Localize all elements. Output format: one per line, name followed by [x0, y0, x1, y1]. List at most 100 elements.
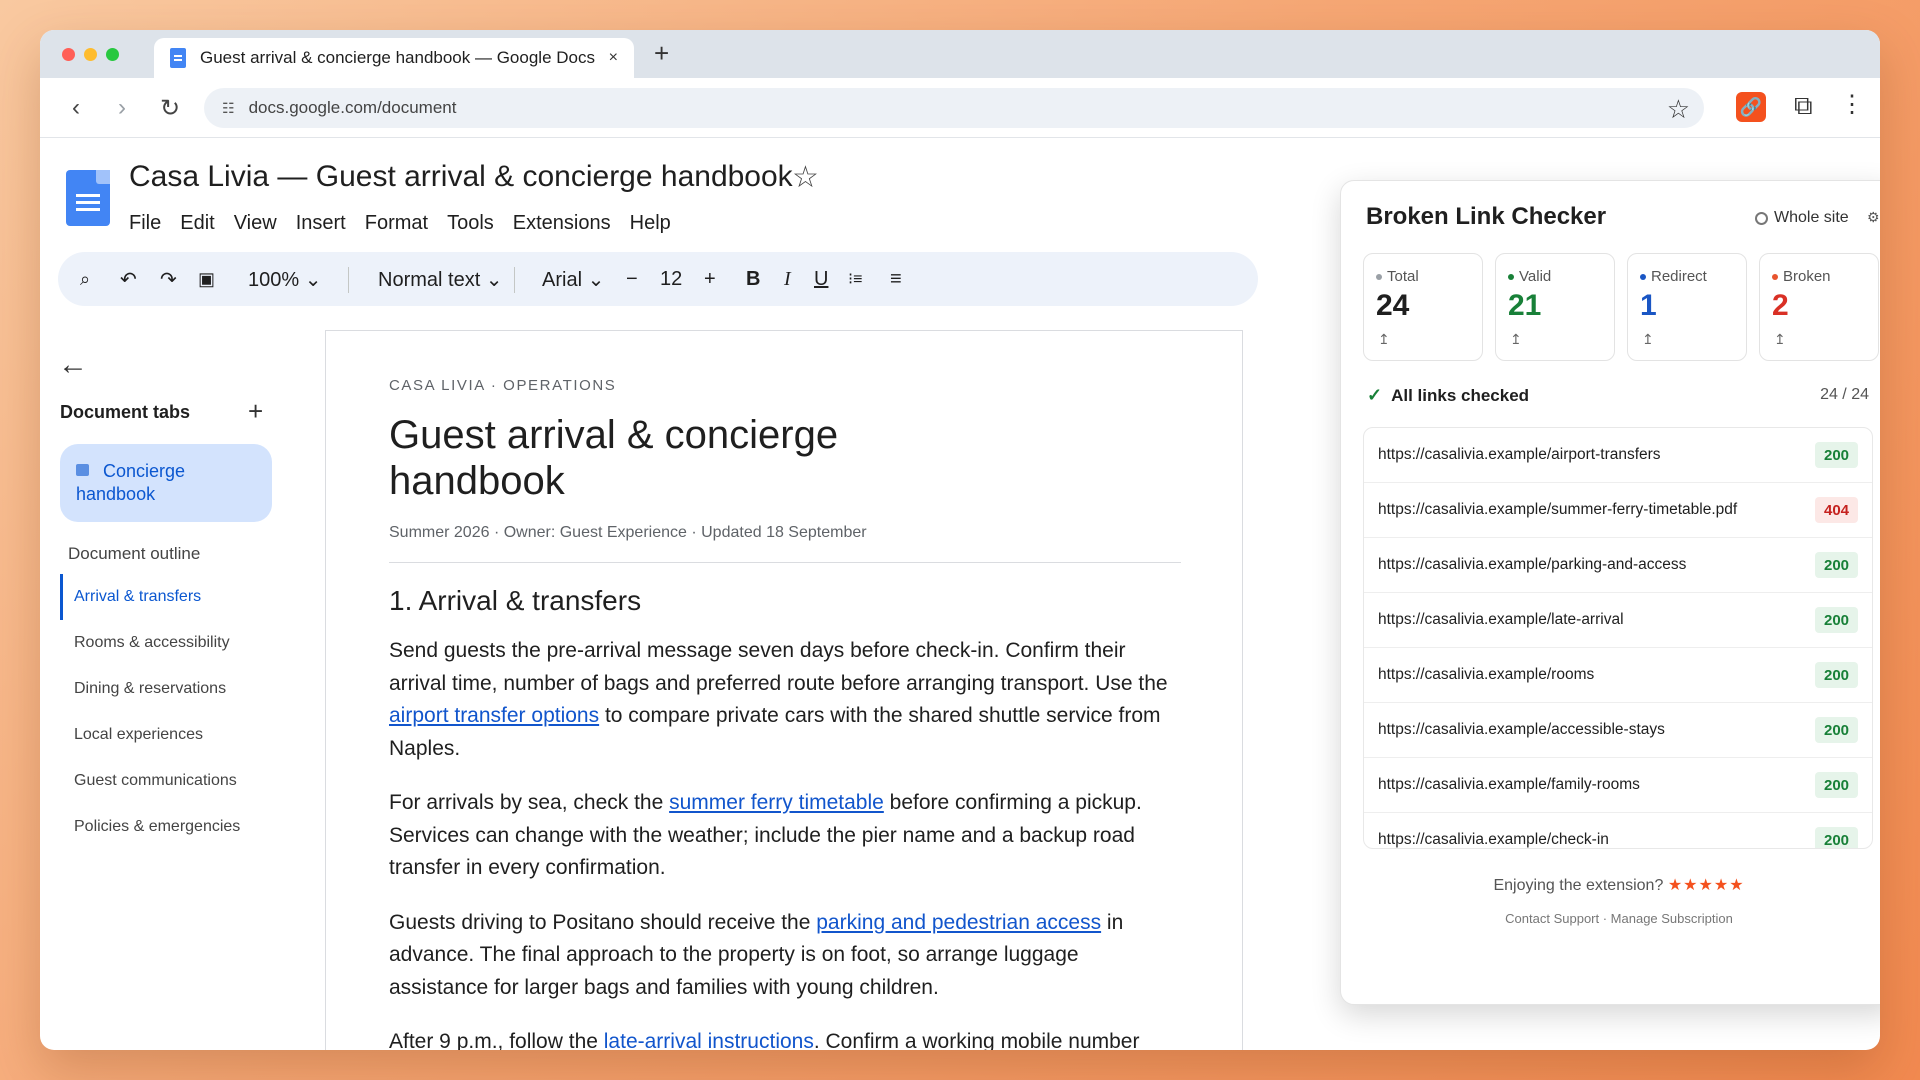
- close-window-button[interactable]: [62, 48, 75, 61]
- link-row[interactable]: https://casalivia.example/family-rooms 20…: [1364, 758, 1872, 813]
- rating-stars-icon[interactable]: ★★★★★: [1668, 877, 1745, 894]
- link-url[interactable]: https://casalivia.example/rooms: [1378, 666, 1815, 684]
- export-arrow-icon[interactable]: ↥: [1510, 331, 1522, 348]
- undo-icon[interactable]: ↶: [120, 252, 137, 306]
- stat-card-redirect[interactable]: Redirect 1 ↥: [1627, 253, 1747, 361]
- extensions-puzzle-icon[interactable]: ⧉: [1794, 90, 1813, 122]
- link-url[interactable]: https://casalivia.example/family-rooms: [1378, 776, 1815, 794]
- stats-row: Total 24 ↥ Valid 21 ↥ Redirect 1 ↥ Broke…: [1363, 253, 1879, 361]
- forward-button[interactable]: ›: [106, 92, 138, 124]
- italic-button[interactable]: I: [784, 252, 791, 306]
- status-code-badge: 200: [1815, 662, 1858, 688]
- stat-card-total[interactable]: Total 24 ↥: [1363, 253, 1483, 361]
- status-code-badge: 404: [1815, 497, 1858, 523]
- reload-button[interactable]: ↻: [154, 92, 186, 124]
- export-arrow-icon[interactable]: ↥: [1642, 331, 1654, 348]
- stat-label: Redirect: [1651, 268, 1707, 285]
- address-bar[interactable]: ☷ docs.google.com/document ☆: [204, 88, 1704, 128]
- stat-card-valid[interactable]: Valid 21 ↥: [1495, 253, 1615, 361]
- tab-close-icon[interactable]: ×: [609, 49, 618, 67]
- zoom-select[interactable]: 100% ⌄: [248, 252, 321, 306]
- redo-icon[interactable]: ↷: [160, 252, 177, 306]
- underline-button[interactable]: U: [814, 252, 828, 306]
- style-select[interactable]: Normal text ⌄: [378, 252, 503, 306]
- link-url[interactable]: https://casalivia.example/late-arrival: [1378, 611, 1815, 629]
- site-info-icon[interactable]: ☷: [222, 100, 235, 117]
- stat-label: Total: [1387, 268, 1419, 285]
- link-row[interactable]: https://casalivia.example/summer-ferry-t…: [1364, 483, 1872, 538]
- link-row[interactable]: https://casalivia.example/check-in 200: [1364, 813, 1872, 848]
- outline-item-arrival[interactable]: Arrival & transfers: [60, 574, 280, 620]
- export-arrow-icon[interactable]: ↥: [1378, 331, 1390, 348]
- link-row[interactable]: https://casalivia.example/airport-transf…: [1364, 428, 1872, 483]
- menu-tools[interactable]: Tools: [447, 212, 494, 235]
- star-document-icon[interactable]: ☆: [792, 160, 819, 195]
- link-row[interactable]: https://casalivia.example/parking-and-ac…: [1364, 538, 1872, 593]
- radio-icon[interactable]: [1755, 211, 1768, 225]
- paint-format-icon[interactable]: ▣: [198, 252, 215, 306]
- stat-value: 1: [1640, 289, 1657, 322]
- browser-menu-icon[interactable]: ⋮: [1840, 90, 1864, 119]
- increase-font-size-button[interactable]: +: [704, 252, 716, 306]
- document-page[interactable]: CASA LIVIA · OPERATIONS Guest arrival & …: [325, 330, 1243, 1050]
- link-row[interactable]: https://casalivia.example/accessible-sta…: [1364, 703, 1872, 758]
- link-url[interactable]: https://casalivia.example/summer-ferry-t…: [1378, 501, 1815, 519]
- link-url[interactable]: https://casalivia.example/check-in: [1378, 831, 1815, 848]
- link-row[interactable]: https://casalivia.example/late-arrival 20…: [1364, 593, 1872, 648]
- back-button[interactable]: ‹: [60, 92, 92, 124]
- menu-edit[interactable]: Edit: [180, 212, 214, 235]
- link-checker-extension-button[interactable]: 🔗: [1736, 92, 1766, 122]
- paragraph-text: . Confirm a working mobile number: [813, 1030, 1140, 1050]
- search-menus-icon[interactable]: ⌕: [80, 252, 90, 306]
- scope-toggle[interactable]: Whole site: [1755, 209, 1849, 227]
- parking-access-link[interactable]: parking and pedestrian access: [816, 911, 1101, 934]
- menu-format[interactable]: Format: [365, 212, 428, 235]
- toolbar-divider: [348, 267, 349, 293]
- document-body[interactable]: CASA LIVIA · OPERATIONS Guest arrival & …: [389, 377, 1181, 1050]
- bold-button[interactable]: B: [746, 252, 760, 306]
- outline-item-policies[interactable]: Policies & emergencies: [60, 804, 280, 850]
- document-outline-heading: Document outline: [68, 544, 201, 563]
- ferry-timetable-link[interactable]: summer ferry timetable: [669, 791, 884, 814]
- font-select[interactable]: Arial ⌄: [542, 252, 604, 306]
- outline-item-dining[interactable]: Dining & reservations: [60, 666, 280, 712]
- stat-value: 21: [1508, 289, 1542, 322]
- add-tab-button[interactable]: +: [248, 396, 263, 427]
- stat-card-broken[interactable]: Broken 2 ↥: [1759, 253, 1879, 361]
- menu-insert[interactable]: Insert: [296, 212, 346, 235]
- outline-item-communications[interactable]: Guest communications: [60, 758, 280, 804]
- document-title[interactable]: Casa Livia — Guest arrival & concierge h…: [129, 160, 793, 194]
- address-url[interactable]: docs.google.com/document: [249, 98, 457, 118]
- new-tab-button[interactable]: +: [654, 38, 669, 69]
- docs-logo-icon[interactable]: [66, 170, 110, 226]
- link-url[interactable]: https://casalivia.example/accessible-sta…: [1378, 721, 1815, 739]
- sidebar-tab-concierge-handbook[interactable]: Concierge handbook: [60, 444, 272, 522]
- link-results-list[interactable]: https://casalivia.example/airport-transf…: [1363, 427, 1873, 849]
- font-size-input[interactable]: 12: [660, 252, 682, 306]
- close-sidebar-arrow-icon[interactable]: ←: [58, 348, 88, 382]
- link-url[interactable]: https://casalivia.example/airport-transf…: [1378, 446, 1815, 464]
- check-icon: ✓: [1367, 385, 1383, 405]
- export-arrow-icon[interactable]: ↥: [1774, 331, 1786, 348]
- popup-footer-links[interactable]: Contact Support · Manage Subscription: [1341, 911, 1880, 926]
- decrease-font-size-button[interactable]: −: [626, 252, 638, 306]
- settings-gear-icon[interactable]: ⚙: [1867, 209, 1880, 226]
- maximize-window-button[interactable]: [106, 48, 119, 61]
- checklist-icon[interactable]: ⁝≡: [848, 252, 862, 306]
- outline-item-rooms[interactable]: Rooms & accessibility: [60, 620, 280, 666]
- align-icon[interactable]: ≡: [890, 252, 902, 306]
- paragraph-text: Send guests the pre-arrival message seve…: [389, 639, 1168, 695]
- menu-view[interactable]: View: [234, 212, 277, 235]
- outline-item-local[interactable]: Local experiences: [60, 712, 280, 758]
- menu-file[interactable]: File: [129, 212, 161, 235]
- bookmark-star-icon[interactable]: ☆: [1667, 94, 1690, 125]
- link-row[interactable]: https://casalivia.example/rooms 200: [1364, 648, 1872, 703]
- link-url[interactable]: https://casalivia.example/parking-and-ac…: [1378, 556, 1815, 574]
- late-arrival-link[interactable]: late-arrival instructions: [604, 1030, 814, 1050]
- airport-transfer-link[interactable]: airport transfer options: [389, 704, 599, 727]
- menu-help[interactable]: Help: [630, 212, 671, 235]
- browser-tab-active[interactable]: Guest arrival & concierge handbook — Goo…: [154, 38, 634, 78]
- status-code-badge: 200: [1815, 442, 1858, 468]
- menu-extensions[interactable]: Extensions: [513, 212, 611, 235]
- minimize-window-button[interactable]: [84, 48, 97, 61]
